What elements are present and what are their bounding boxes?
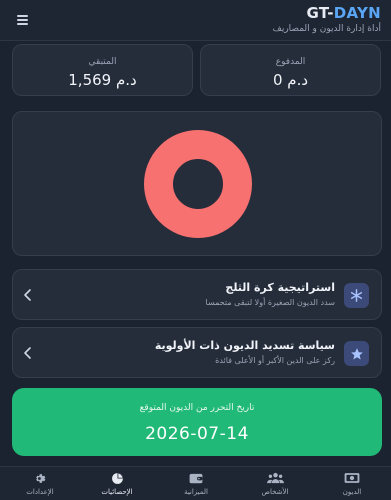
wallet-icon <box>166 471 226 485</box>
app-header: GT-DAYN أداة إدارة الديون و المصاريف <box>0 0 391 41</box>
debt-free-date-card: تاريخ التحرر من الديون المتوقع 2026-07-1… <box>12 388 382 456</box>
brand: GT-DAYN أداة إدارة الديون و المصاريف <box>273 4 381 35</box>
remaining-label: المتبقي <box>88 57 117 67</box>
nav-statistics[interactable]: الإحصائيات <box>87 471 147 497</box>
hamburger-line <box>17 23 28 25</box>
paid-card: المدفوع 0 د.م <box>200 44 381 96</box>
remaining-value: 1,569 د.م <box>68 71 137 89</box>
chevron-left-icon <box>24 289 31 301</box>
nav-settings-label: الإعدادات <box>26 488 54 496</box>
snowball-text: استراتيجية كرة الثلج سدد الديون الصغيرة … <box>206 280 335 309</box>
app-subtitle: أداة إدارة الديون و المصاريف <box>272 24 381 34</box>
avalanche-title: سياسة تسديد الديون ذات الأولوية <box>154 339 335 352</box>
gear-icon <box>10 471 70 485</box>
chevron-left-icon <box>24 347 31 359</box>
brand-part-1: GT- <box>306 4 334 22</box>
avalanche-strategy-card[interactable]: سياسة تسديد الديون ذات الأولوية ركز على … <box>12 327 382 378</box>
snowball-description: سدد الديون الصغيرة أولا لتبقى متحمسا <box>205 298 335 307</box>
snowball-strategy-card[interactable]: استراتيجية كرة الثلج سدد الديون الصغيرة … <box>12 269 382 320</box>
snowball-title: استراتيجية كرة الثلج <box>225 281 335 294</box>
nav-debts-label: الديون <box>342 488 362 496</box>
avalanche-text: سياسة تسديد الديون ذات الأولوية ركز على … <box>155 338 335 367</box>
brand-part-2: DAYN <box>333 4 381 22</box>
donut-slice-0 <box>144 130 252 238</box>
app-title: GT-DAYN <box>273 4 381 22</box>
nav-budget[interactable]: الميزانية <box>166 471 226 497</box>
donut-chart <box>144 130 252 238</box>
users-icon <box>245 471 305 485</box>
nav-debts[interactable]: الديون <box>322 471 382 497</box>
nav-statistics-label: الإحصائيات <box>101 488 133 496</box>
nav-settings[interactable]: الإعدادات <box>10 471 70 497</box>
hamburger-line <box>17 19 28 21</box>
snowflake-icon <box>344 283 369 308</box>
debt-free-date: 2026-07-14 <box>145 424 249 444</box>
debt-free-label: تاريخ التحرر من الديون المتوقع <box>139 403 255 413</box>
paid-value: 0 د.م <box>272 71 309 89</box>
chart-card <box>12 111 382 256</box>
money-bill-icon <box>322 471 382 485</box>
paid-label: المدفوع <box>275 57 306 67</box>
nav-people-label: الأشخاص <box>261 488 289 496</box>
pie-chart-icon <box>87 471 147 485</box>
avalanche-description: ركز على الدين الأكبر أو الأعلى فائدة <box>215 356 335 365</box>
hamburger-icon <box>17 15 28 17</box>
remaining-card: المتبقي 1,569 د.م <box>12 44 193 96</box>
bottom-navigation: الإعدادات الإحصائيات الميزانية الأشخاص ا… <box>0 466 391 500</box>
nav-budget-label: الميزانية <box>184 488 208 496</box>
nav-people[interactable]: الأشخاص <box>245 471 305 497</box>
menu-button[interactable] <box>14 11 34 29</box>
star-icon <box>344 341 369 366</box>
